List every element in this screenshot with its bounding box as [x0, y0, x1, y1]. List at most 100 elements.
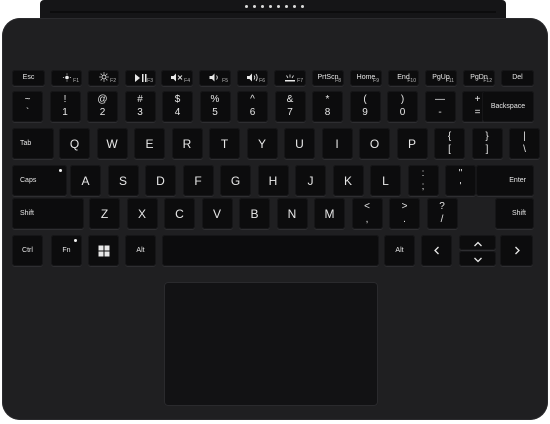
key-f3[interactable]: F3 — [125, 70, 156, 86]
key-minus[interactable]: — - — [424, 91, 456, 122]
key-1[interactable]: ! 1 — [49, 91, 81, 122]
key-0[interactable]: ) 0 — [387, 91, 418, 122]
key-9[interactable]: (9 — [349, 91, 381, 122]
key-backslash[interactable]: | \ — [509, 128, 540, 159]
key-b[interactable]: B — [239, 198, 270, 229]
key-tilde[interactable]: ~ ` — [12, 91, 43, 122]
key-s[interactable]: S — [107, 165, 139, 196]
key-f2[interactable]: F2 — [88, 70, 119, 86]
key-prtscn[interactable]: PrtScn F8 — [312, 70, 344, 86]
key-i[interactable]: I — [321, 128, 353, 159]
key-right[interactable] — [500, 235, 533, 266]
key-ctrl[interactable]: Ctrl — [12, 235, 43, 266]
key-d[interactable]: D — [145, 165, 176, 196]
key-space[interactable] — [162, 235, 379, 266]
key-ralt[interactable]: Alt — [384, 235, 415, 266]
key-h[interactable]: H — [257, 165, 289, 196]
key-windows[interactable] — [88, 235, 119, 266]
key-c-legend: C — [175, 206, 184, 221]
brightness-down-icon — [62, 69, 71, 87]
key-comma-shift-legend: < — [364, 201, 370, 212]
key-backspace-legend: Backspace — [490, 102, 526, 110]
key-caps[interactable]: Caps — [12, 165, 67, 196]
key-rshift[interactable]: Shift — [495, 198, 534, 229]
key-u[interactable]: U — [284, 128, 315, 159]
key-f6[interactable]: F6 — [237, 70, 268, 86]
connector-pin — [269, 5, 272, 8]
key-period-legend: . — [403, 214, 406, 225]
key-enter[interactable]: Enter — [476, 165, 534, 196]
key-3-legend: 3 — [137, 107, 143, 118]
connector-pin — [285, 5, 288, 8]
key-home[interactable]: Home F9 — [350, 70, 382, 86]
key-up[interactable] — [459, 235, 496, 250]
indicator-light — [74, 239, 77, 242]
key-q[interactable]: Q — [59, 128, 90, 159]
key-rbracket[interactable]: }] — [471, 128, 503, 159]
key-tab[interactable]: Tab — [12, 128, 54, 159]
key-r[interactable]: R — [171, 128, 203, 159]
key-f[interactable]: F — [182, 165, 214, 196]
touchpad[interactable] — [164, 282, 378, 406]
key-lbracket[interactable]: {[ — [434, 128, 465, 159]
key-semicolon[interactable]: :; — [407, 165, 439, 196]
key-k[interactable]: K — [332, 165, 364, 196]
key-g[interactable]: G — [220, 165, 251, 196]
magnetic-hinge — [40, 0, 506, 20]
key-left[interactable] — [421, 235, 452, 266]
key-down[interactable] — [459, 251, 496, 266]
key-f5[interactable]: F5 — [199, 70, 231, 86]
key-e[interactable]: E — [134, 128, 165, 159]
key-l-legend: L — [382, 173, 389, 188]
key-c[interactable]: C — [164, 198, 195, 229]
key-8-shift-legend: * — [325, 94, 330, 105]
key-backspace[interactable]: Backspace — [482, 91, 534, 122]
key-7[interactable]: & 7 — [274, 91, 306, 122]
key-6-shift-legend: ^ — [250, 94, 255, 105]
key-f1[interactable]: F1 — [51, 70, 82, 86]
key-3[interactable]: #3 — [124, 91, 156, 122]
key-quote[interactable]: " ' — [445, 165, 476, 196]
key-slash[interactable]: ? / — [426, 198, 458, 229]
key-quote-legend: ' — [459, 181, 462, 192]
key-f4[interactable]: F4 — [161, 70, 193, 86]
key-4[interactable]: $4 — [162, 91, 193, 122]
key-home-fn-legend: F9 — [373, 78, 379, 84]
key-x[interactable]: X — [126, 198, 158, 229]
key-z[interactable]: Z — [89, 198, 120, 229]
key-f2-fn-legend: F2 — [110, 78, 116, 84]
key-lalt[interactable]: Alt — [125, 235, 156, 266]
key-5[interactable]: % 5 — [199, 91, 231, 122]
key-6[interactable]: ^ 6 — [237, 91, 268, 122]
key-f7[interactable]: F7 — [274, 70, 306, 86]
key-o[interactable]: O — [359, 128, 390, 159]
key-j[interactable]: J — [295, 165, 326, 196]
key-period[interactable]: >. — [389, 198, 420, 229]
key-y[interactable]: Y — [246, 128, 278, 159]
key-end[interactable]: End F10 — [388, 70, 419, 86]
key-e-legend: E — [145, 136, 154, 151]
backlight-icon — [284, 69, 296, 87]
key-ctrl-legend: Ctrl — [22, 246, 33, 254]
key-w[interactable]: W — [96, 128, 128, 159]
key-m[interactable]: M — [314, 198, 345, 229]
key-pgdn[interactable]: PgDn F12 — [463, 70, 495, 86]
key-a[interactable]: A — [70, 165, 101, 196]
key-n[interactable]: N — [276, 198, 308, 229]
key-fn[interactable]: Fn — [51, 235, 82, 266]
play-pause-icon — [134, 69, 147, 87]
key-l[interactable]: L — [370, 165, 401, 196]
key-2[interactable]: @2 — [87, 91, 118, 122]
indicator-light — [59, 169, 62, 172]
key-comma[interactable]: <, — [351, 198, 383, 229]
key-t[interactable]: T — [209, 128, 240, 159]
key-w-legend: W — [106, 136, 118, 151]
key-lshift[interactable]: Shift — [12, 198, 84, 229]
key-8[interactable]: * 8 — [312, 91, 343, 122]
key-p[interactable]: P — [396, 128, 428, 159]
key-pgup[interactable]: PgUp F11 — [425, 70, 457, 86]
key-esc[interactable]: Esc — [12, 70, 45, 86]
key-v[interactable]: V — [201, 198, 233, 229]
key-del[interactable]: Del — [501, 70, 534, 86]
key-minus-legend: - — [438, 107, 442, 118]
